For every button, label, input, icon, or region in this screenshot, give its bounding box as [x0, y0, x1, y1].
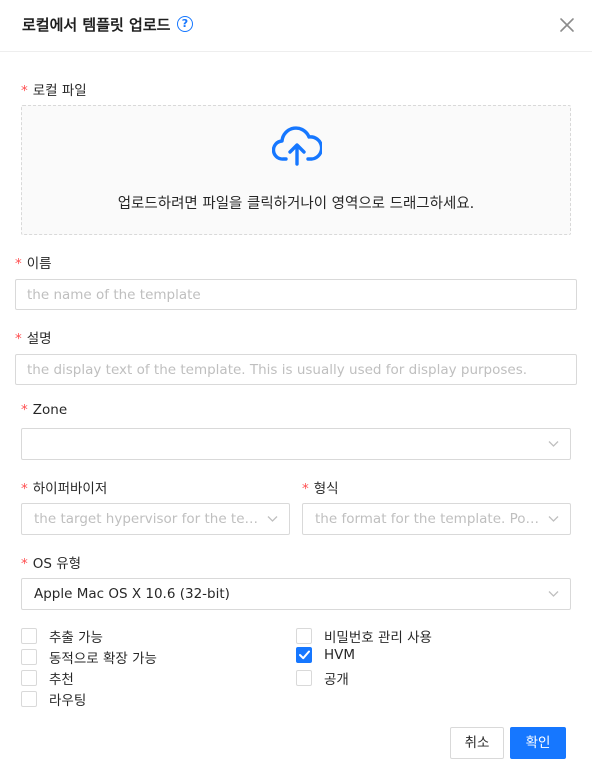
format-select[interactable]: the format for the template. Pos... — [302, 503, 571, 535]
chevron-down-icon — [548, 516, 559, 522]
checkbox-label: HVM — [324, 647, 356, 663]
checkbox-label: 추출 가능 — [49, 630, 103, 646]
name-label-text: 이름 — [26, 256, 52, 272]
help-icon[interactable]: ? — [177, 16, 193, 32]
chevron-down-icon — [548, 441, 559, 447]
os-type-select[interactable]: Apple Mac OS X 10.6 (32-bit) — [21, 578, 571, 610]
checkbox-box[interactable] — [21, 649, 37, 665]
file-dropzone[interactable]: 업로드하려면 파일을 클릭하거나이 영역으로 드래그하세요. — [21, 105, 571, 235]
cloud-upload-icon — [272, 126, 322, 166]
dropzone-hint: 업로드하려면 파일을 클릭하거나이 영역으로 드래그하세요. — [117, 196, 475, 212]
checkbox-dynamically-scalable[interactable]: 동적으로 확장 가능 — [21, 647, 157, 667]
checkbox-password-enabled[interactable]: 비밀번호 관리 사용 — [296, 626, 432, 646]
format-label-text: 형식 — [313, 481, 339, 497]
os-type-label: * OS 유형 — [21, 552, 81, 572]
local-file-label: * 로컬 파일 — [21, 79, 87, 99]
checkbox-box[interactable] — [296, 628, 312, 644]
checkbox-routing[interactable]: 라우팅 — [21, 689, 86, 709]
required-mark: * — [21, 556, 28, 572]
zone-select[interactable] — [21, 428, 571, 460]
description-label-text: 설명 — [26, 331, 52, 347]
format-select-placeholder: the format for the template. Pos... — [315, 511, 540, 527]
chevron-down-icon — [267, 516, 278, 522]
checkbox-label: 비밀번호 관리 사용 — [324, 630, 432, 646]
checkbox-box[interactable] — [296, 670, 312, 686]
checkbox-box[interactable] — [21, 628, 37, 644]
required-mark: * — [21, 402, 28, 418]
zone-label: * Zone — [21, 402, 67, 418]
hypervisor-label-text: 하이퍼바이저 — [32, 481, 108, 497]
required-mark: * — [21, 481, 28, 497]
checkmark-icon — [299, 650, 310, 660]
checkbox-label: 추천 — [49, 672, 74, 688]
chevron-down-icon — [548, 591, 559, 597]
required-mark: * — [21, 83, 28, 99]
hypervisor-label: * 하이퍼바이저 — [21, 477, 107, 497]
format-label: * 형식 — [302, 477, 339, 497]
checkbox-label: 동적으로 확장 가능 — [49, 651, 157, 667]
checkbox-extractable[interactable]: 추출 가능 — [21, 626, 103, 646]
description-input[interactable] — [15, 354, 577, 385]
zone-label-text: Zone — [32, 402, 68, 418]
local-file-label-text: 로컬 파일 — [32, 83, 87, 99]
os-type-select-value: Apple Mac OS X 10.6 (32-bit) — [34, 586, 230, 602]
checkbox-label: 공개 — [324, 672, 349, 688]
required-mark: * — [15, 256, 22, 272]
checkbox-public[interactable]: 공개 — [296, 668, 349, 688]
close-icon[interactable] — [556, 14, 578, 36]
checkbox-box-checked[interactable] — [296, 647, 312, 663]
checkbox-featured[interactable]: 추천 — [21, 668, 74, 688]
required-mark: * — [15, 331, 22, 347]
dialog-title: 로컬에서 템플릿 업로드 — [22, 16, 171, 34]
checkbox-box[interactable] — [21, 670, 37, 686]
os-type-label-text: OS 유형 — [32, 556, 82, 572]
hypervisor-select[interactable]: the target hypervisor for the tem... — [21, 503, 290, 535]
required-mark: * — [302, 481, 309, 497]
description-label: * 설명 — [15, 327, 52, 347]
checkbox-label: 라우팅 — [49, 693, 87, 709]
cancel-button[interactable]: 취소 — [450, 727, 504, 759]
ok-button[interactable]: 확인 — [510, 727, 566, 759]
checkbox-hvm[interactable]: HVM — [296, 647, 355, 663]
checkbox-box[interactable] — [21, 691, 37, 707]
name-input[interactable] — [15, 279, 577, 310]
dialog-header: 로컬에서 템플릿 업로드 ? — [0, 0, 592, 52]
name-label: * 이름 — [15, 252, 52, 272]
hypervisor-select-placeholder: the target hypervisor for the tem... — [34, 511, 259, 527]
